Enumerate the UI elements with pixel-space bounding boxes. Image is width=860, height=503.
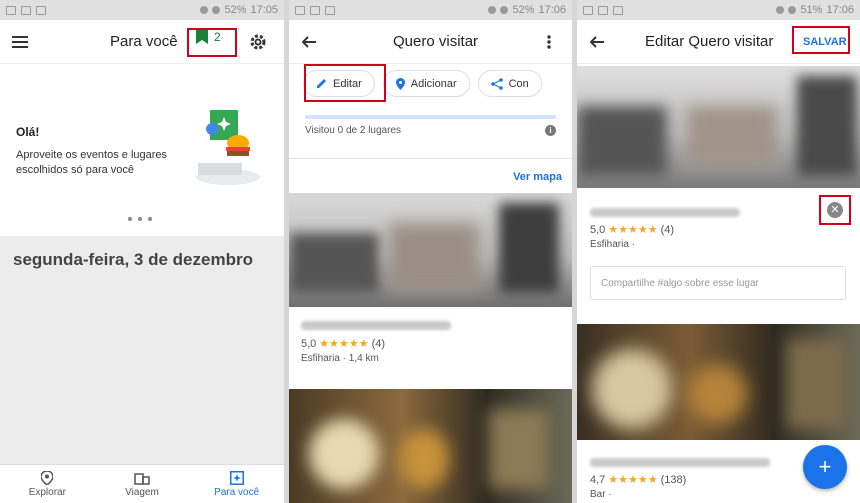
share-icon	[490, 77, 503, 90]
chip-label: Adicionar	[410, 77, 457, 90]
app-bar: Quero visitar	[289, 20, 572, 64]
wifi-icon	[788, 6, 797, 14]
highlight-box	[792, 26, 850, 54]
gear-icon	[250, 34, 266, 49]
nav-label: Para você	[214, 486, 260, 498]
place-photo[interactable]	[577, 66, 860, 188]
feed-area	[0, 236, 284, 464]
nav-viagem[interactable]: Viagem	[95, 465, 190, 503]
rating-value: 5,0	[590, 223, 606, 236]
status-bar: 52% 17:05	[0, 0, 284, 20]
clock: 17:06	[826, 4, 854, 16]
place-rating: 5,0 ★★★★★ (4)	[590, 223, 675, 237]
location-pin-icon	[395, 77, 405, 90]
panel-editar-quero-visitar: 51% 17:06 Editar Quero visitar SALVAR ✕ …	[577, 0, 860, 503]
illustration-icon	[196, 110, 260, 185]
bottom-navigation: Explorar Viagem Para você	[0, 464, 284, 503]
battery-level: 52%	[224, 4, 247, 16]
nav-para-voce[interactable]: Para você	[189, 465, 284, 503]
star-icons: ★★★★★	[608, 224, 658, 236]
menu-icon	[12, 35, 28, 48]
battery-level: 51%	[800, 4, 823, 16]
rating-value: 5,0	[301, 337, 317, 350]
building-icon	[134, 472, 150, 485]
add-chip[interactable]: Adicionar	[382, 70, 470, 97]
review-count: (138)	[660, 473, 687, 486]
battery-level: 52%	[512, 4, 535, 16]
menu-button[interactable]	[0, 22, 40, 62]
gallery-icon	[583, 5, 593, 15]
feed-date: segunda-feira, 3 de dezembro	[13, 250, 253, 269]
star-icons: ★★★★★	[319, 338, 369, 350]
place-photo[interactable]	[577, 324, 860, 440]
status-bar: 52% 17:06	[289, 0, 572, 20]
star-icons: ★★★★★	[608, 474, 658, 486]
place-rating: 5,0 ★★★★★ (4)	[301, 337, 386, 351]
divider	[289, 158, 572, 159]
back-button[interactable]	[577, 22, 617, 62]
image-icon	[613, 5, 623, 15]
gallery-icon	[295, 5, 305, 15]
nav-explorar[interactable]: Explorar	[0, 465, 95, 503]
panel-para-voce: 52% 17:05 Para você 2 Olá! Aproveite os …	[0, 0, 284, 503]
place-photo[interactable]	[289, 193, 572, 307]
add-place-fab[interactable]: +	[803, 445, 847, 489]
info-icon[interactable]: i	[545, 125, 556, 136]
place-category: Bar ·	[590, 489, 612, 500]
wifi-icon	[500, 6, 509, 14]
place-category: Esfiharia · 1,4 km	[301, 353, 379, 364]
place-category: Esfiharia ·	[590, 239, 636, 250]
place-note-input[interactable]: Compartilhe #algo sobre esse lugar	[590, 266, 846, 300]
sparkle-icon	[229, 470, 244, 485]
place-rating: 4,7 ★★★★★ (138)	[590, 473, 687, 487]
image-icon	[325, 5, 335, 15]
highlight-box	[819, 195, 851, 225]
view-map-link[interactable]: Ver mapa	[513, 171, 562, 183]
place-name-blurred	[301, 321, 451, 330]
clock: 17:06	[538, 4, 566, 16]
page-title: Editar Quero visitar	[645, 33, 774, 50]
image-icon	[21, 5, 31, 15]
nav-label: Viagem	[125, 486, 159, 498]
location-pin-icon	[41, 470, 54, 485]
visited-progress-text: Visitou 0 de 2 lugares	[305, 125, 401, 136]
arrow-back-icon	[590, 35, 604, 48]
place-photo[interactable]	[289, 389, 572, 503]
place-name-blurred	[590, 458, 770, 467]
location-icon	[488, 6, 497, 14]
share-chip[interactable]: Con	[477, 70, 542, 97]
review-count: (4)	[371, 337, 386, 350]
nav-label: Explorar	[28, 486, 66, 498]
carousel-dots[interactable]	[128, 217, 152, 221]
app-bar: Para você 2	[0, 20, 284, 64]
location-icon	[776, 6, 785, 14]
panel-quero-visitar: 52% 17:06 Quero visitar Editar Adicionar…	[289, 0, 572, 503]
highlight-box	[187, 28, 237, 57]
page-title: Para você	[110, 33, 178, 50]
welcome-description: Aproveite os eventos e lugares escolhido…	[16, 149, 168, 176]
rating-value: 4,7	[590, 473, 606, 486]
arrow-back-icon	[302, 35, 316, 48]
image-icon	[310, 5, 320, 15]
clock: 17:05	[250, 4, 278, 16]
highlight-box	[304, 64, 386, 102]
more-vert-icon	[547, 34, 551, 49]
back-button[interactable]	[289, 22, 329, 62]
image-icon	[598, 5, 608, 15]
visited-progress-bar	[305, 115, 556, 119]
status-bar: 51% 17:06	[577, 0, 860, 20]
more-options-button[interactable]	[529, 22, 569, 62]
page-title: Quero visitar	[393, 33, 479, 50]
place-name-blurred	[590, 208, 740, 217]
review-count: (4)	[660, 223, 675, 236]
note-placeholder: Compartilhe #algo sobre esse lugar	[601, 277, 759, 289]
chip-label: Con	[508, 77, 529, 90]
gallery-icon	[6, 5, 16, 15]
greeting: Olá!	[16, 125, 40, 139]
location-icon	[200, 6, 209, 14]
image-icon	[36, 5, 46, 15]
settings-button[interactable]	[238, 22, 278, 62]
wifi-icon	[212, 6, 221, 14]
